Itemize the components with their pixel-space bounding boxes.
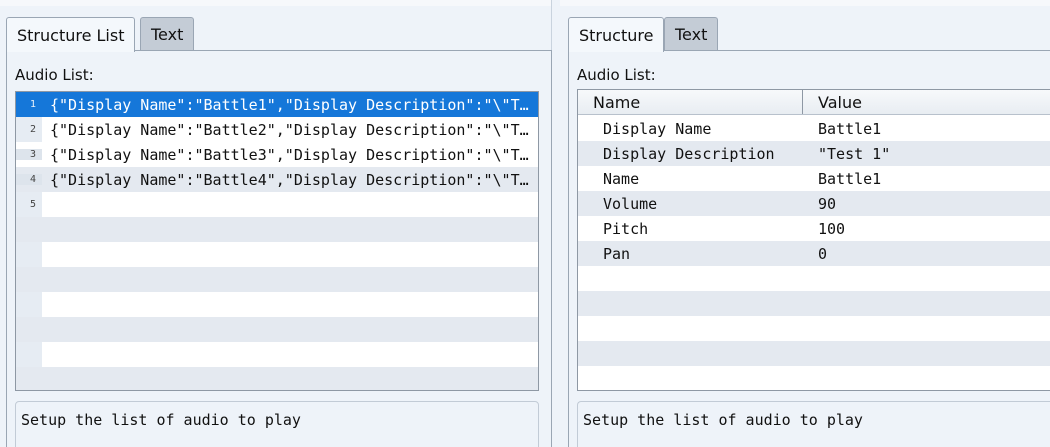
property-name: Volume bbox=[603, 194, 658, 213]
property-name: Pan bbox=[603, 244, 631, 263]
empty-row bbox=[578, 366, 1050, 390]
column-header-name[interactable]: Name bbox=[578, 90, 803, 114]
table-header: Name Value bbox=[578, 90, 1050, 115]
empty-row bbox=[16, 292, 538, 317]
column-header-value[interactable]: Value bbox=[803, 90, 1050, 114]
list-item-text: {"Display Name":"Battle2","Display Descr… bbox=[50, 120, 529, 139]
empty-row bbox=[578, 266, 1050, 291]
empty-row bbox=[16, 217, 538, 242]
property-value[interactable]: Battle1 bbox=[818, 170, 1050, 188]
list-item-empty[interactable]: 5 bbox=[16, 192, 538, 217]
property-name: Pitch bbox=[603, 219, 649, 238]
line-number: 1 bbox=[16, 99, 42, 110]
top-strip bbox=[0, 0, 551, 6]
empty-row bbox=[16, 367, 538, 390]
list-item[interactable]: 2 {"Display Name":"Battle2","Display Des… bbox=[16, 117, 538, 142]
empty-row bbox=[578, 341, 1050, 366]
audio-list-label: Audio List: bbox=[577, 66, 656, 84]
table-row[interactable]: Display Name Battle1 bbox=[578, 116, 1050, 141]
property-name: Name bbox=[603, 169, 640, 188]
empty-row bbox=[578, 316, 1050, 341]
tab-text[interactable]: Text bbox=[664, 17, 719, 51]
top-strip bbox=[560, 0, 1050, 6]
tab-structure[interactable]: Structure bbox=[568, 17, 665, 52]
empty-row bbox=[578, 291, 1050, 316]
audio-list-label: Audio List: bbox=[15, 66, 94, 84]
list-item[interactable]: 1 {"Display Name":"Battle1","Display Des… bbox=[16, 92, 538, 117]
property-value[interactable]: 100 bbox=[818, 220, 1050, 238]
tab-structure-list[interactable]: Structure List bbox=[6, 17, 136, 52]
empty-row bbox=[16, 242, 538, 267]
property-value[interactable]: Battle1 bbox=[818, 120, 1050, 138]
table-row[interactable]: Display Description "Test 1" bbox=[578, 141, 1050, 166]
audio-list[interactable]: 1 {"Display Name":"Battle1","Display Des… bbox=[15, 91, 539, 391]
property-value[interactable]: 0 bbox=[818, 245, 1050, 263]
line-number: 5 bbox=[29, 199, 36, 210]
table-row[interactable]: Pitch 100 bbox=[578, 216, 1050, 241]
property-name: Display Description bbox=[603, 144, 775, 163]
list-item-text: {"Display Name":"Battle3","Display Descr… bbox=[50, 145, 529, 164]
line-number: 2 bbox=[29, 124, 36, 135]
structure-list-pane: Structure List Text Audio List: 1 {"Disp… bbox=[0, 0, 552, 447]
structure-pane: Structure Text Audio List: Name Value Di… bbox=[560, 0, 1050, 447]
list-item-text: {"Display Name":"Battle4","Display Descr… bbox=[50, 170, 529, 189]
list-item[interactable]: 4 {"Display Name":"Battle4","Display Des… bbox=[16, 167, 538, 192]
structure-panel: Audio List: Name Value Display Name Batt… bbox=[568, 50, 1050, 447]
description-box: Setup the list of audio to play bbox=[577, 401, 1050, 447]
property-value[interactable]: 90 bbox=[818, 195, 1050, 213]
properties-table[interactable]: Name Value Display Name Battle1 Display … bbox=[577, 89, 1050, 391]
line-number: 3 bbox=[16, 149, 42, 160]
line-number: 4 bbox=[16, 174, 42, 185]
table-row[interactable]: Name Battle1 bbox=[578, 166, 1050, 191]
empty-row bbox=[16, 317, 538, 342]
structure-list-panel: Audio List: 1 {"Display Name":"Battle1",… bbox=[6, 50, 552, 447]
tab-text[interactable]: Text bbox=[140, 17, 195, 51]
description-box: Setup the list of audio to play bbox=[15, 401, 539, 447]
property-name: Display Name bbox=[603, 119, 712, 138]
table-row[interactable]: Volume 90 bbox=[578, 191, 1050, 216]
list-item[interactable]: 3 {"Display Name":"Battle3","Display Des… bbox=[16, 142, 538, 167]
empty-row bbox=[16, 342, 538, 367]
list-item-text: {"Display Name":"Battle1","Display Descr… bbox=[50, 95, 529, 114]
empty-row bbox=[16, 267, 538, 292]
property-value[interactable]: "Test 1" bbox=[818, 145, 1050, 163]
table-row[interactable]: Pan 0 bbox=[578, 241, 1050, 266]
